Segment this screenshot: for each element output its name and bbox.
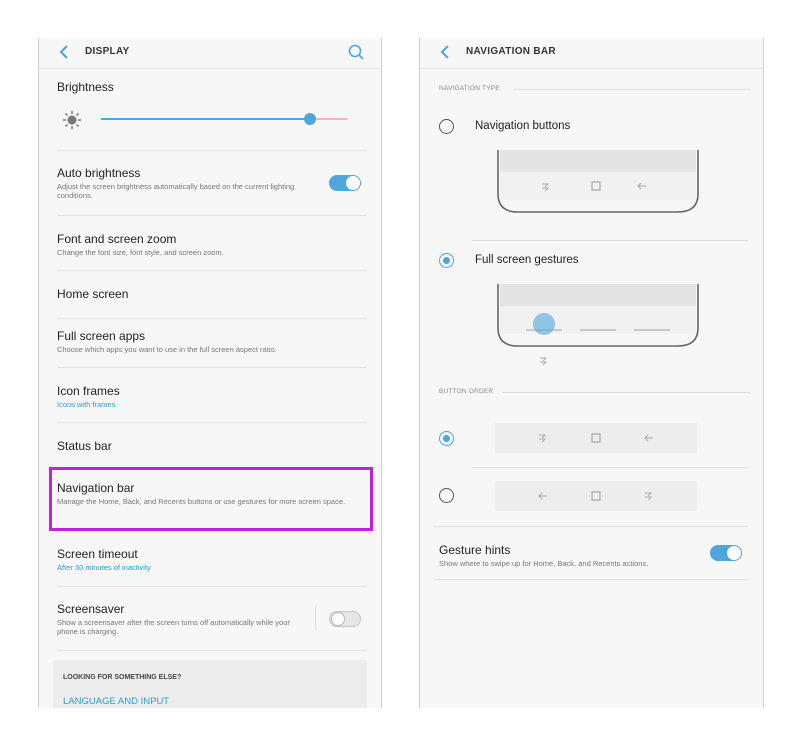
home-icon [591,491,601,501]
full-screen-apps-title: Full screen apps [57,329,146,343]
back-arrow-icon[interactable] [53,40,77,64]
icon-frames-title: Icon frames [57,384,120,398]
page-title: NAVIGATION BAR [466,46,556,57]
full-screen-gestures-radio[interactable] [439,253,454,268]
full-screen-gestures-label[interactable]: Full screen gestures [475,254,579,266]
back-icon [644,434,653,442]
navigation-bar-description: Manage the Home, Back, and Recents butto… [57,497,346,506]
navigation-type-section-label: NAVIGATION TYPE [439,85,500,92]
page-title: DISPLAY [85,46,130,57]
gesture-hints-toggle[interactable] [710,545,742,561]
button-order-2-radio[interactable] [439,488,454,503]
brightness-label: Brightness [57,80,114,94]
screen-timeout-title: Screen timeout [57,547,138,561]
sun-icon [63,111,81,129]
screen-timeout-setting[interactable]: Screen timeout After 30 minutes of inact… [57,547,367,572]
display-header: DISPLAY [39,38,381,69]
back-arrow-icon[interactable] [434,40,458,64]
recents-icon [539,434,547,443]
navigation-bar-header: NAVIGATION BAR [420,38,763,69]
full-screen-apps-setting[interactable]: Full screen apps Choose which apps you w… [57,329,367,354]
home-screen-setting[interactable]: Home screen [57,287,367,301]
looking-heading: LOOKING FOR SOMETHING ELSE? [63,674,182,681]
navigation-bar-title: Navigation bar [57,481,135,495]
display-settings-panel: DISPLAY Brightness Auto brightness Adjus… [38,38,382,708]
status-bar-setting[interactable]: Status bar [57,439,367,453]
button-order-2-preview[interactable] [495,481,697,511]
gesture-hints-description: Show where to swipe up for Home, Back, a… [439,559,649,568]
full-screen-apps-description: Choose which apps you want to use in the… [57,345,277,354]
navigation-bar-setting[interactable]: Navigation bar Manage the Home, Back, an… [57,481,357,506]
icon-frames-setting[interactable]: Icon frames Icons with frames [57,384,367,409]
screensaver-description: Show a screensaver after the screen turn… [57,618,290,636]
button-order-section-label: BUTTON ORDER [439,388,494,395]
touch-point [533,313,555,335]
looking-for-something-else-card: LOOKING FOR SOMETHING ELSE? LANGUAGE AND… [53,660,367,708]
home-screen-title: Home screen [57,287,129,301]
brightness-slider[interactable] [101,113,347,125]
screensaver-title: Screensaver [57,602,125,616]
auto-brightness-setting[interactable]: Auto brightness Adjust the screen bright… [57,166,307,200]
navigation-bar-panel: NAVIGATION BAR NAVIGATION TYPE Navigatio… [419,38,764,708]
button-order-1-radio[interactable] [439,431,454,446]
language-and-input-link[interactable]: LANGUAGE AND INPUT [63,696,169,707]
brightness-slider-fill [101,118,311,120]
recents-icon [540,357,548,366]
back-icon [538,492,547,500]
screen-timeout-value: After 30 minutes of inactivity [57,563,151,572]
brightness-setting: Brightness [57,80,367,94]
full-screen-gestures-preview [497,284,699,366]
brightness-slider-thumb[interactable] [304,113,317,125]
font-screen-zoom-title: Font and screen zoom [57,232,177,246]
font-screen-zoom-setting[interactable]: Font and screen zoom Change the font siz… [57,232,367,257]
recents-icon [645,492,653,501]
font-screen-zoom-description: Change the font size, font style, and sc… [57,248,224,257]
button-order-1-preview[interactable] [495,423,697,453]
auto-brightness-toggle[interactable] [329,175,361,191]
screensaver-setting[interactable]: Screensaver Show a screensaver after the… [57,602,302,636]
search-icon[interactable] [345,41,367,63]
home-icon [591,433,601,443]
navigation-buttons-preview [497,150,699,213]
status-bar-title: Status bar [57,439,112,453]
auto-brightness-description: Adjust the screen brightness automatical… [57,182,295,200]
screensaver-toggle[interactable] [329,611,361,627]
auto-brightness-title: Auto brightness [57,166,141,180]
navigation-buttons-label[interactable]: Navigation buttons [475,120,570,132]
navigation-buttons-radio[interactable] [439,119,454,134]
gesture-hints-title: Gesture hints [439,543,511,557]
icon-frames-value: Icons with frames [57,400,116,409]
gesture-hints-setting[interactable]: Gesture hints Show where to swipe up for… [439,543,699,568]
